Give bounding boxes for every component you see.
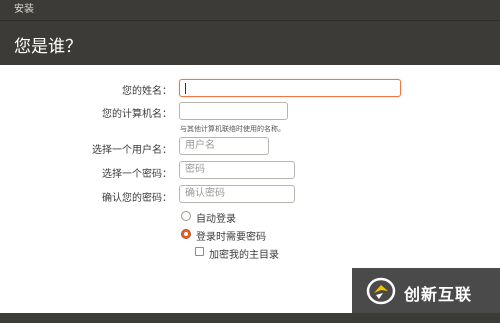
require-password-label[interactable]: 登录时需要密码: [196, 228, 266, 243]
encrypt-home-checkbox[interactable]: [195, 247, 204, 256]
username-label: 选择一个用户名：: [92, 145, 172, 156]
window-title: 安装: [14, 4, 34, 15]
confirm-password-label: 确认您的密码：: [102, 193, 172, 204]
encrypt-home-label[interactable]: 加密我的主目录: [209, 246, 279, 261]
text-cursor: [185, 83, 186, 94]
require-password-radio[interactable]: [181, 229, 191, 239]
password-input[interactable]: 密码: [179, 161, 295, 179]
password-placeholder: 密码: [185, 164, 205, 175]
computer-name-hint: 与其他计算机联络时使用的名称。: [180, 125, 285, 133]
page-header: 您是谁？: [0, 20, 500, 66]
watermark-text: 创新互联: [404, 285, 473, 304]
password-label: 选择一个密码：: [102, 169, 172, 180]
computer-name-label: 您的计算机名：: [102, 109, 172, 120]
window-titlebar: 安装: [0, 0, 500, 20]
page-heading: 您是谁？: [14, 37, 82, 57]
watermark: 创新互联: [352, 268, 500, 313]
confirm-password-placeholder: 确认密码: [185, 188, 225, 199]
auto-login-label[interactable]: 自动登录: [196, 210, 236, 225]
username-placeholder: 用户名: [185, 140, 215, 151]
bottom-bar: [0, 313, 500, 323]
chuangxin-logo-icon: [366, 277, 396, 305]
computer-name-input[interactable]: [179, 102, 288, 120]
confirm-password-input[interactable]: 确认密码: [179, 185, 295, 203]
name-input[interactable]: [179, 79, 401, 97]
username-input[interactable]: 用户名: [179, 137, 269, 155]
name-label: 您的姓名：: [122, 86, 172, 97]
auto-login-radio[interactable]: [181, 211, 191, 221]
